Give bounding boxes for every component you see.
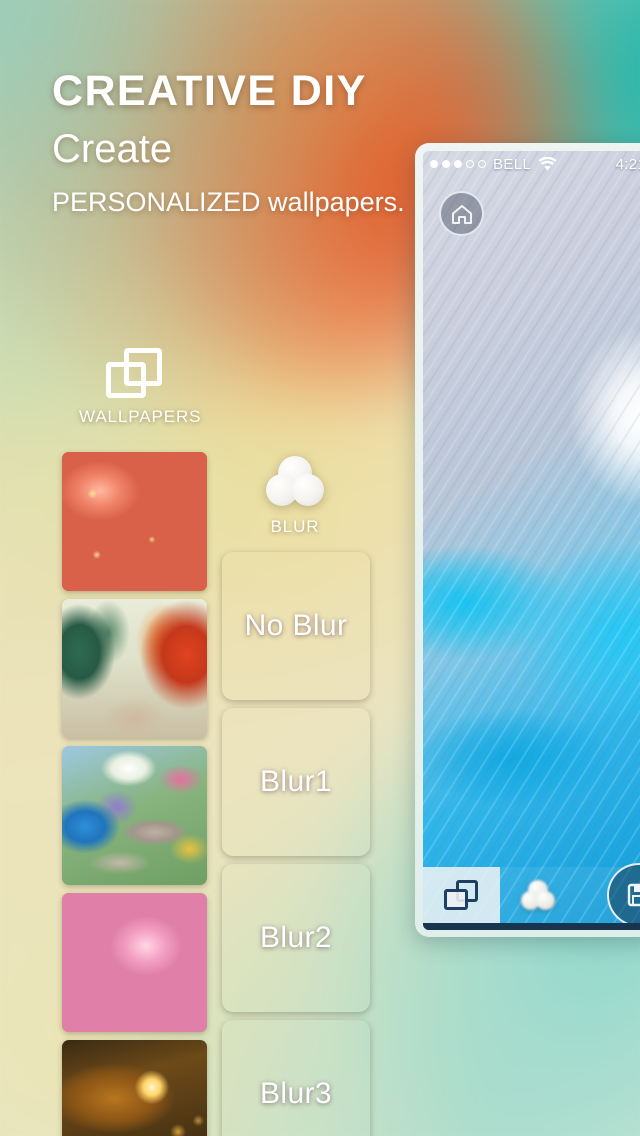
blur-cloud-icon — [521, 880, 555, 910]
home-icon — [451, 204, 472, 224]
blur-option-list: No Blur Blur1 Blur2 Blur3 — [222, 552, 370, 1136]
phone-toolbar — [423, 863, 640, 927]
wallpapers-icon-front-square — [444, 889, 469, 910]
blur-cloud-icon-circle-right — [292, 474, 324, 506]
signal-dot-4 — [466, 160, 474, 168]
blur-cloud-icon — [266, 456, 324, 508]
wallpaper-thumbnail-pink-oxalis-blossoms[interactable] — [62, 893, 207, 1032]
toolbar-save-slot — [576, 863, 640, 927]
section-blur-label: BLUR — [270, 517, 320, 536]
blur-cloud-icon-circle-right — [536, 891, 555, 910]
section-wallpapers-label: WALLPAPERS — [79, 407, 202, 426]
blur-option-label: Blur1 — [259, 765, 333, 798]
toolbar-blur-tab[interactable] — [499, 867, 577, 923]
blur-option-blur2[interactable]: Blur2 — [222, 864, 370, 1012]
section-blur[interactable]: BLUR — [242, 456, 348, 537]
phone-wallpaper-preview — [423, 151, 640, 930]
thumbnail-image — [62, 1040, 207, 1136]
blur-option-label: Blur3 — [259, 1077, 333, 1110]
save-button[interactable] — [607, 863, 640, 927]
blur-option-label: Blur2 — [259, 921, 333, 954]
wallpapers-icon — [106, 348, 162, 398]
thumbnail-image — [62, 893, 207, 1032]
signal-dot-1 — [430, 160, 438, 168]
blur-option-no-blur[interactable]: No Blur — [222, 552, 370, 700]
wallpapers-icon — [444, 880, 479, 910]
signal-dot-3 — [454, 160, 462, 168]
page-subtitle: Create — [52, 127, 173, 171]
phone-screen: BELL 4:21 — [423, 151, 640, 930]
signal-dot-2 — [442, 160, 450, 168]
wallpaper-thumbnail-coral-blossoms[interactable] — [62, 452, 207, 591]
home-button[interactable] — [439, 191, 484, 236]
phone-mockup: BELL 4:21 — [415, 143, 640, 937]
signal-dot-5 — [478, 160, 486, 168]
toolbar-wallpapers-tab[interactable] — [423, 867, 500, 923]
headline-block: CREATIVE DIY Create PERSONALIZED wallpap… — [52, 70, 472, 216]
signal-strength-icon — [430, 160, 486, 168]
blur-option-blur1[interactable]: Blur1 — [222, 708, 370, 856]
wallpaper-thumbnail-list — [62, 452, 207, 1136]
page-tagline: PERSONALIZED wallpapers. — [52, 187, 405, 217]
thumbnail-image — [62, 452, 207, 591]
wifi-icon — [538, 156, 557, 171]
carrier-label: BELL — [493, 155, 532, 173]
wallpaper-thumbnail-golden-sunset-leaf[interactable] — [62, 1040, 207, 1136]
clock-label: 4:21 — [615, 155, 640, 173]
thumbnail-image — [62, 746, 207, 885]
app-root: CREATIVE DIY Create PERSONALIZED wallpap… — [0, 0, 640, 1136]
phone-bottom-bar — [423, 923, 640, 930]
phone-statusbar: BELL 4:21 — [423, 151, 640, 177]
wallpaper-thumbnail-autumn-forest-path[interactable] — [62, 599, 207, 738]
blur-option-label: No Blur — [244, 609, 348, 642]
thumbnail-image — [62, 599, 207, 738]
section-wallpapers[interactable]: WALLPAPERS — [79, 348, 202, 427]
wallpapers-icon-front-square — [106, 362, 146, 398]
save-disk-icon — [627, 883, 640, 907]
wallpaper-thumbnail-cottage-garden-steps[interactable] — [62, 746, 207, 885]
page-title: CREATIVE DIY — [52, 67, 367, 115]
blur-option-blur3[interactable]: Blur3 — [222, 1020, 370, 1136]
